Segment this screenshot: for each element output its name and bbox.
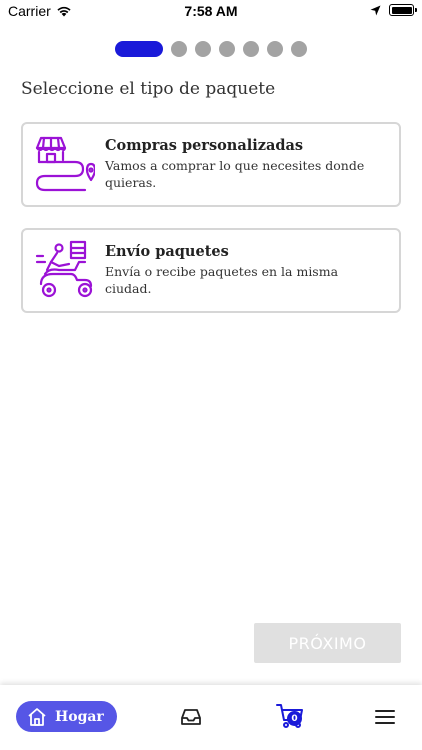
option-card-custom-shopping[interactable]: Compras personalizadas Vamos a comprar l… — [21, 122, 401, 207]
option-title: Compras personalizadas — [105, 137, 304, 154]
cart-count-badge: 0 — [287, 711, 302, 726]
step-indicator — [0, 41, 422, 57]
status-right — [370, 4, 417, 16]
step-dot — [243, 41, 259, 57]
status-time: 7:58 AM — [184, 3, 238, 19]
option-title: Envío paquetes — [105, 243, 229, 260]
menu-icon — [375, 710, 395, 724]
nav-home-label: Hogar — [55, 708, 104, 725]
delivery-scooter-icon — [35, 240, 93, 298]
option-card-package-delivery[interactable]: Envío paquetes Envía o recibe paquetes e… — [21, 228, 401, 313]
nav-inbox-button[interactable] — [179, 705, 203, 729]
step-dot — [195, 41, 211, 57]
option-description: Envía o recibe paquetes en la misma ciud… — [105, 264, 339, 296]
shop-route-icon — [35, 136, 95, 192]
battery-icon — [389, 4, 417, 16]
nav-menu-button[interactable] — [373, 705, 397, 729]
status-bar: Carrier 7:58 AM — [0, 0, 422, 24]
step-dot — [219, 41, 235, 57]
page-title: Seleccione el tipo de paquete — [21, 79, 276, 99]
option-description: Vamos a comprar lo que necesites donde q… — [105, 158, 365, 190]
step-dot — [171, 41, 187, 57]
step-dot-active — [115, 41, 163, 57]
inbox-icon — [181, 709, 201, 725]
location-arrow-icon — [370, 5, 381, 15]
next-button[interactable]: PRÓXIMO — [254, 623, 401, 663]
home-icon — [28, 707, 46, 726]
bottom-nav: Hogar 0 — [0, 685, 422, 750]
step-dot — [267, 41, 283, 57]
step-dot — [291, 41, 307, 57]
nav-home-button[interactable]: Hogar — [16, 701, 117, 732]
nav-cart-button[interactable]: 0 — [276, 702, 304, 730]
battery-level — [391, 6, 412, 14]
